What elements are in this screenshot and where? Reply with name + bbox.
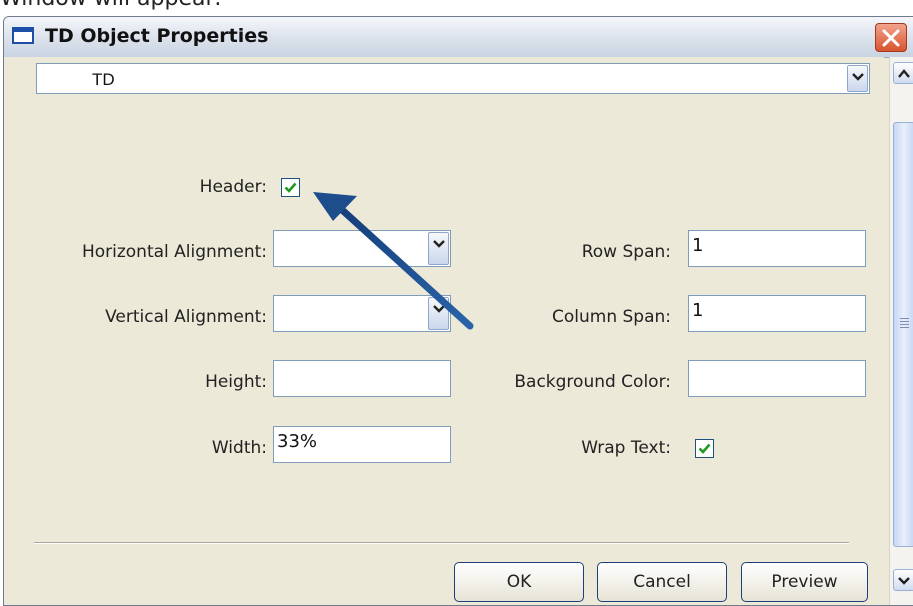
chevron-down-icon (898, 577, 910, 585)
element-select-dropdown-button[interactable] (847, 65, 868, 92)
column-span-label: Column Span: (551, 307, 671, 327)
scroll-grip-icon (900, 318, 909, 330)
row-span-label: Row Span: (581, 242, 671, 262)
check-icon (284, 182, 297, 193)
height-input[interactable] (273, 360, 451, 397)
row-span-input[interactable]: 1 (688, 230, 866, 267)
background-color-input[interactable] (688, 360, 866, 397)
chevron-down-icon (852, 73, 864, 81)
width-input[interactable]: 33% (273, 426, 451, 463)
window-title: TD Object Properties (45, 25, 269, 47)
vertical-scrollbar[interactable] (889, 57, 913, 605)
scroll-up-button[interactable] (893, 62, 913, 84)
header-label: Header: (199, 177, 267, 197)
cancel-button[interactable]: Cancel (597, 562, 727, 602)
vertical-alignment-label: Vertical Alignment: (105, 307, 267, 327)
scroll-thumb[interactable] (893, 122, 913, 547)
td-object-properties-window: TD Object Properties TD Header: Horizont… (3, 16, 913, 606)
ok-button[interactable]: OK (454, 562, 584, 602)
caption-text: Window will appear: (0, 0, 222, 11)
chevron-down-icon (433, 305, 445, 313)
horizontal-alignment-select[interactable] (273, 230, 451, 267)
width-label: Width: (211, 438, 267, 458)
vertical-alignment-dropdown-button[interactable] (428, 297, 449, 330)
chevron-up-icon (898, 69, 910, 78)
vertical-alignment-select[interactable] (273, 295, 451, 332)
wrap-text-checkbox[interactable] (695, 439, 714, 458)
scroll-down-button[interactable] (893, 569, 913, 591)
horizontal-alignment-label: Horizontal Alignment: (81, 242, 267, 262)
check-icon (698, 443, 711, 454)
horizontal-alignment-dropdown-button[interactable] (428, 232, 449, 265)
height-label: Height: (205, 372, 267, 392)
title-bar[interactable]: TD Object Properties (4, 17, 913, 58)
close-icon (882, 29, 900, 47)
preview-button[interactable]: Preview (741, 562, 868, 602)
separator-line (34, 542, 849, 544)
dialog-content: TD Header: Horizontal Alignment: Vertica… (4, 57, 884, 605)
wrap-text-label: Wrap Text: (581, 438, 671, 458)
element-select-value: TD (92, 70, 115, 89)
chevron-down-icon (433, 240, 445, 248)
element-select[interactable]: TD (36, 63, 870, 94)
window-icon (12, 27, 34, 44)
column-span-input[interactable]: 1 (688, 295, 866, 332)
background-color-label: Background Color: (514, 372, 671, 392)
header-checkbox[interactable] (281, 178, 300, 197)
close-button[interactable] (875, 23, 907, 52)
